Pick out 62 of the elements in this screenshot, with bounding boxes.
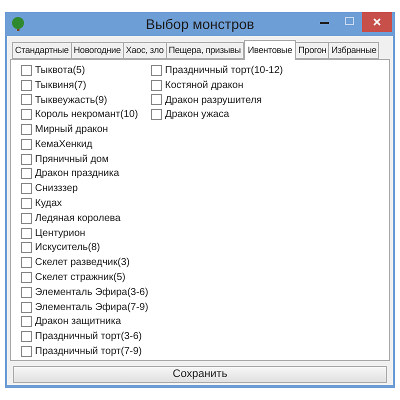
checkbox-label: Дракон защитника: [35, 315, 122, 330]
checkbox-label: КемаХенкид: [35, 138, 92, 152]
tab[interactable]: Избранные: [329, 42, 380, 59]
tab[interactable]: Ивентовые: [244, 40, 296, 60]
tab[interactable]: Стандартные: [12, 42, 72, 59]
checkbox[interactable]: [21, 124, 32, 136]
checkbox-label: Костяной дракон: [165, 78, 244, 93]
tab[interactable]: Прогон: [296, 42, 330, 59]
checkbox-label: Дракон ужаса: [165, 108, 230, 122]
checkbox[interactable]: [151, 80, 162, 91]
checkbox-label: Тыквеужасть(9): [35, 94, 108, 108]
checkbox[interactable]: [21, 242, 32, 254]
checkbox-label: Мирный дракон: [35, 123, 108, 138]
checkbox[interactable]: [21, 183, 32, 194]
checkbox-label: Тыквота(5): [35, 64, 86, 78]
tab[interactable]: Хаос, зло: [124, 42, 167, 59]
close-button[interactable]: [362, 12, 392, 32]
tree-icon: [11, 16, 25, 32]
checkbox-label: Ледяная королева: [35, 212, 121, 226]
close-icon: [373, 18, 381, 26]
checkbox[interactable]: [21, 212, 32, 224]
checkbox-label: Скелет разведчик(3): [35, 256, 130, 270]
checkbox[interactable]: [151, 94, 162, 106]
maximize-icon[interactable]: [345, 17, 354, 25]
checkbox-label: Элементаль Эфира(3-6): [35, 286, 148, 300]
checkbox[interactable]: [21, 94, 32, 106]
checkbox-label: Искуситель(8): [35, 241, 100, 256]
checkbox-label: Центурион: [35, 226, 86, 241]
minimize-icon[interactable]: [320, 22, 329, 25]
checkbox[interactable]: [21, 80, 32, 91]
checkbox[interactable]: [21, 286, 32, 298]
tab[interactable]: Новогодние: [72, 42, 124, 59]
checkbox[interactable]: [21, 257, 32, 268]
checkbox-label: Праздничный торт(3-6): [35, 330, 142, 344]
checkbox[interactable]: [21, 272, 32, 284]
checkbox[interactable]: [21, 138, 32, 150]
tab[interactable]: Пещера, призывы: [166, 42, 244, 59]
save-button[interactable]: Сохранить: [13, 366, 387, 383]
checkbox-label: Снизззер: [35, 182, 78, 196]
checkbox[interactable]: [151, 109, 162, 120]
checkbox[interactable]: [21, 228, 32, 239]
checkbox[interactable]: [21, 331, 32, 342]
checkbox[interactable]: [151, 64, 162, 76]
checkbox-label: Кудах: [35, 197, 62, 212]
checkbox-label: Пряничный дом: [35, 152, 109, 167]
window-title: Выбор монстров: [146, 14, 254, 34]
checkbox-label: Праздничный торт(7-9): [35, 345, 142, 360]
checkbox-label: Скелет стражник(5): [35, 271, 126, 286]
checkbox-label: Праздничный торт(10-12): [165, 64, 283, 78]
checkbox-label: Элементаль Эфира(7-9): [35, 300, 148, 315]
checkbox-label: Тыквиня(7): [35, 78, 86, 93]
checkbox[interactable]: [21, 168, 32, 180]
checkbox[interactable]: [21, 198, 32, 210]
checkbox-label: Дракон разрушителя: [165, 94, 262, 108]
checkbox-label: Дракон праздника: [35, 167, 120, 182]
checkbox[interactable]: [21, 316, 32, 328]
checkbox[interactable]: [21, 346, 32, 358]
checkbox[interactable]: [21, 109, 32, 120]
checkbox-label: Король некромант(10): [35, 108, 138, 122]
checkbox[interactable]: [21, 154, 32, 165]
checkbox[interactable]: [21, 302, 32, 313]
checkbox[interactable]: [21, 64, 32, 76]
